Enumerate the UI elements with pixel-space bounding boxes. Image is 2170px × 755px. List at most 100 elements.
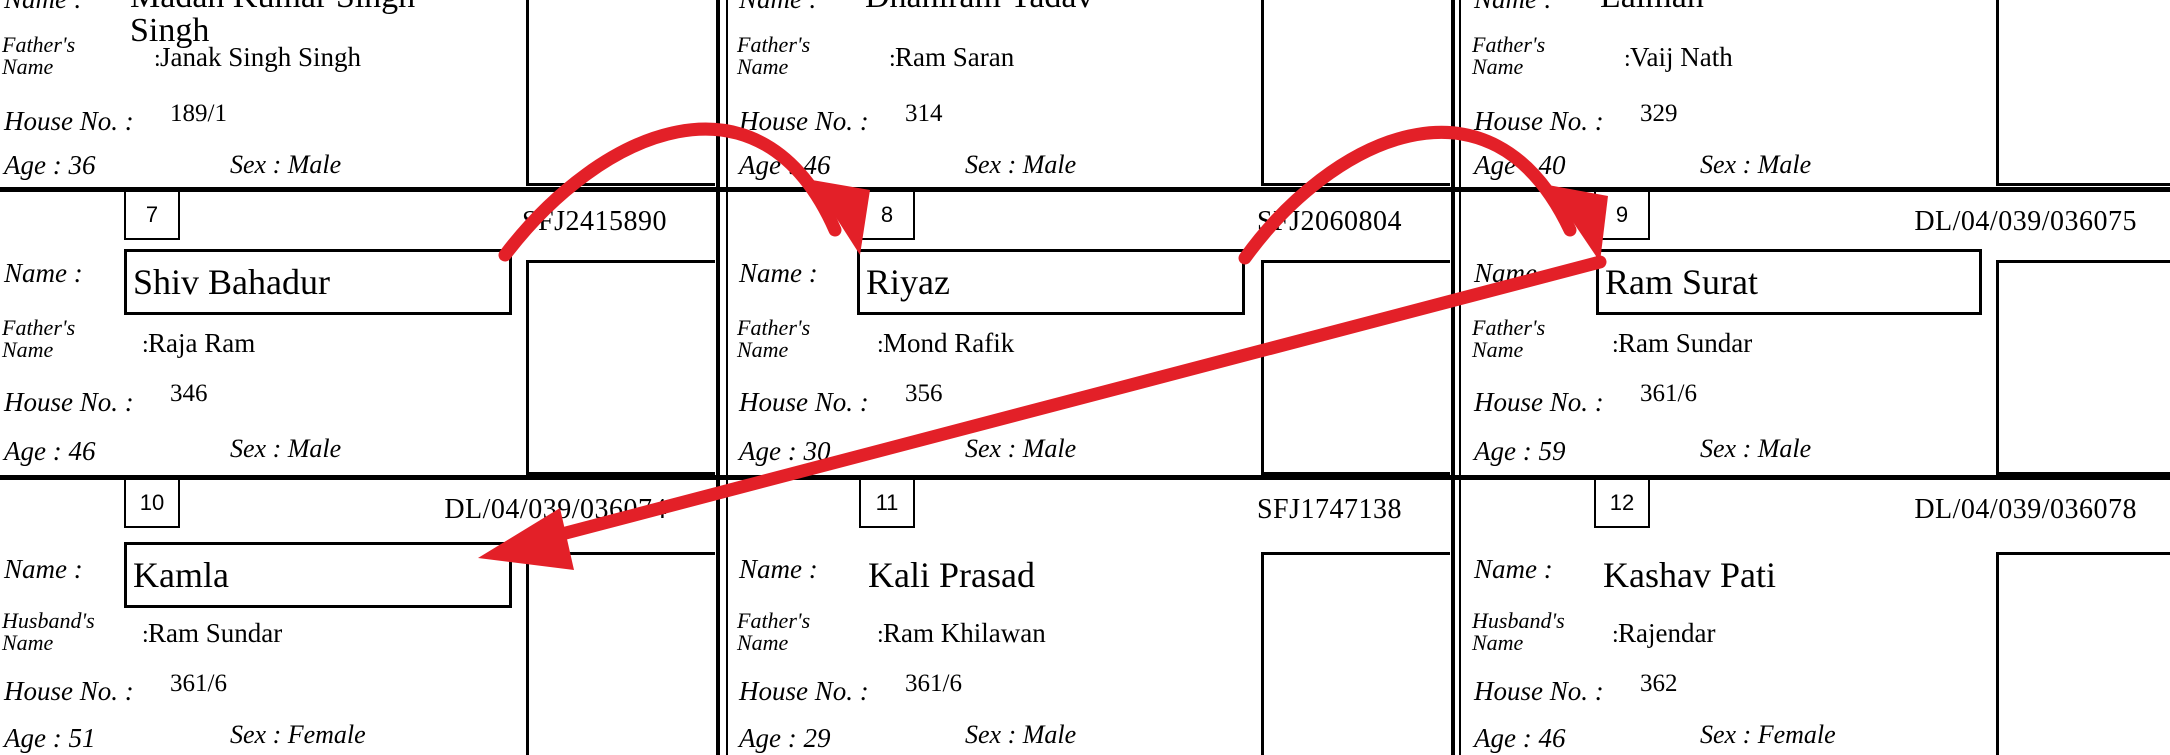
voter-name: Ram Surat bbox=[1596, 249, 1982, 315]
house-number: 362 bbox=[1640, 670, 1678, 697]
sex: Sex : Male bbox=[965, 434, 1077, 463]
voter-name: Lalman bbox=[1600, 0, 1900, 14]
voter-name: Kashav Pati bbox=[1603, 555, 1776, 595]
photo-box bbox=[526, 0, 715, 186]
serial-number: 10 bbox=[124, 480, 180, 528]
epic-number: DL/04/039/036075 bbox=[1914, 206, 2137, 237]
house-label: House No. : bbox=[1474, 106, 1604, 136]
voter-card-9: 9 DL/04/039/036075 Name : Ram Surat Fath… bbox=[1470, 192, 2170, 475]
house-label: House No. : bbox=[1474, 387, 1604, 417]
name-label: Name : bbox=[739, 554, 818, 584]
age: Age : 46 bbox=[1474, 723, 1566, 753]
relation-label: Father's Name bbox=[737, 32, 811, 79]
photo-box bbox=[526, 260, 715, 475]
column-divider bbox=[1459, 0, 1461, 755]
relative-name: Rajendar bbox=[1612, 618, 1715, 649]
name-label: Name : bbox=[739, 258, 818, 288]
sex: Sex : Male bbox=[230, 150, 342, 179]
photo-box bbox=[1996, 552, 2170, 755]
voter-name: Dhaniram Yadav bbox=[865, 0, 1165, 14]
epic-number: DL/04/039/036078 bbox=[1914, 494, 2137, 525]
house-label: House No. : bbox=[4, 106, 134, 136]
sex: Sex : Male bbox=[965, 150, 1077, 179]
house-label: House No. : bbox=[739, 676, 869, 706]
serial-number: 11 bbox=[859, 480, 915, 528]
serial-number: 9 bbox=[1594, 192, 1650, 240]
column-divider bbox=[716, 0, 720, 755]
name-label: Name : bbox=[4, 554, 83, 584]
age: Age : 36 bbox=[4, 150, 96, 180]
house-number: 189/1 bbox=[170, 100, 227, 127]
name-label: Name : bbox=[739, 0, 818, 15]
relative-name: Ram Sundar bbox=[1612, 328, 1752, 359]
serial-number: 8 bbox=[859, 192, 915, 240]
relative-name: Ram Khilawan bbox=[877, 618, 1046, 649]
name-label: Name : bbox=[1474, 554, 1553, 584]
relation-label: Father's Name bbox=[737, 608, 811, 655]
voter-name: Riyaz bbox=[857, 249, 1245, 315]
photo-box bbox=[1996, 0, 2170, 186]
house-label: House No. : bbox=[1474, 676, 1604, 706]
age: Age : 29 bbox=[739, 723, 831, 753]
age: Age : 59 bbox=[1474, 436, 1566, 466]
relative-name: Janak Singh Singh bbox=[154, 42, 361, 73]
relative-name: Vaij Nath bbox=[1624, 42, 1733, 73]
age: Age : 46 bbox=[4, 436, 96, 466]
relation-label: Father's Name bbox=[1472, 32, 1546, 79]
age: Age : 30 bbox=[739, 436, 831, 466]
epic-number: DL/04/039/036074 bbox=[444, 494, 667, 525]
voter-name: Shiv Bahadur bbox=[124, 249, 512, 315]
voter-name: Kamla bbox=[124, 542, 512, 608]
age: Age : 46 bbox=[739, 150, 831, 180]
house-number: 329 bbox=[1640, 100, 1678, 127]
photo-box bbox=[1996, 260, 2170, 475]
relation-label: Father's Name bbox=[2, 32, 76, 79]
serial-number: 12 bbox=[1594, 480, 1650, 528]
relation-label: Husband's Name bbox=[2, 608, 95, 655]
voter-card-10: 10 DL/04/039/036074 Name : Kamla Husband… bbox=[0, 480, 715, 755]
epic-number: SFJ2060804 bbox=[1256, 206, 1402, 237]
voter-card-8: 8 SFJ2060804 Name : Riyaz Father's Name … bbox=[735, 192, 1450, 475]
relation-label: Father's Name bbox=[2, 315, 76, 362]
house-label: House No. : bbox=[739, 106, 869, 136]
house-label: House No. : bbox=[739, 387, 869, 417]
voter-name: Madan Kumar Singh Singh bbox=[130, 0, 415, 49]
voter-card-top-1: Name : Madan Kumar Singh Singh Father's … bbox=[0, 0, 715, 190]
electoral-roll-page: Name : Madan Kumar Singh Singh Father's … bbox=[0, 0, 2170, 755]
voter-card-12: 12 DL/04/039/036078 Name : Kashav Pati H… bbox=[1470, 480, 2170, 755]
house-number: 361/6 bbox=[170, 670, 227, 697]
column-divider bbox=[1451, 0, 1455, 755]
name-label: Name : bbox=[4, 0, 83, 15]
epic-number: SFJ1747138 bbox=[1256, 494, 1402, 525]
sex: Sex : Male bbox=[965, 720, 1077, 749]
house-label: House No. : bbox=[4, 387, 134, 417]
photo-box bbox=[526, 552, 715, 755]
relation-label: Father's Name bbox=[737, 315, 811, 362]
sex: Sex : Female bbox=[230, 720, 366, 749]
photo-box bbox=[1261, 0, 1450, 186]
age: Age : 51 bbox=[4, 723, 96, 753]
voter-card-11: 11 SFJ1747138 Name : Kali Prasad Father'… bbox=[735, 480, 1450, 755]
relation-label: Husband's Name bbox=[1472, 608, 1565, 655]
sex: Sex : Female bbox=[1700, 720, 1836, 749]
relative-name: Ram Sundar bbox=[142, 618, 282, 649]
voter-name: Kali Prasad bbox=[868, 555, 1035, 595]
voter-card-7: 7 SFJ2415890 Name : Shiv Bahadur Father'… bbox=[0, 192, 715, 475]
name-label: Name : bbox=[4, 258, 83, 288]
house-number: 346 bbox=[170, 380, 208, 407]
sex: Sex : Male bbox=[1700, 150, 1812, 179]
voter-card-top-3: Name : Lalman Father's Name Vaij Nath Ho… bbox=[1470, 0, 2170, 190]
name-label: Name : bbox=[1474, 258, 1553, 288]
photo-box bbox=[1261, 552, 1450, 755]
voter-card-top-2: Name : Dhaniram Yadav Father's Name Ram … bbox=[735, 0, 1450, 190]
sex: Sex : Male bbox=[1700, 434, 1812, 463]
column-divider bbox=[726, 0, 728, 755]
age: Age : 40 bbox=[1474, 150, 1566, 180]
relative-name: Ram Saran bbox=[889, 42, 1014, 73]
photo-box bbox=[1261, 260, 1450, 475]
epic-number: SFJ2415890 bbox=[521, 206, 667, 237]
house-number: 361/6 bbox=[905, 670, 962, 697]
name-label: Name : bbox=[1474, 0, 1553, 15]
serial-number: 7 bbox=[124, 192, 180, 240]
sex: Sex : Male bbox=[230, 434, 342, 463]
